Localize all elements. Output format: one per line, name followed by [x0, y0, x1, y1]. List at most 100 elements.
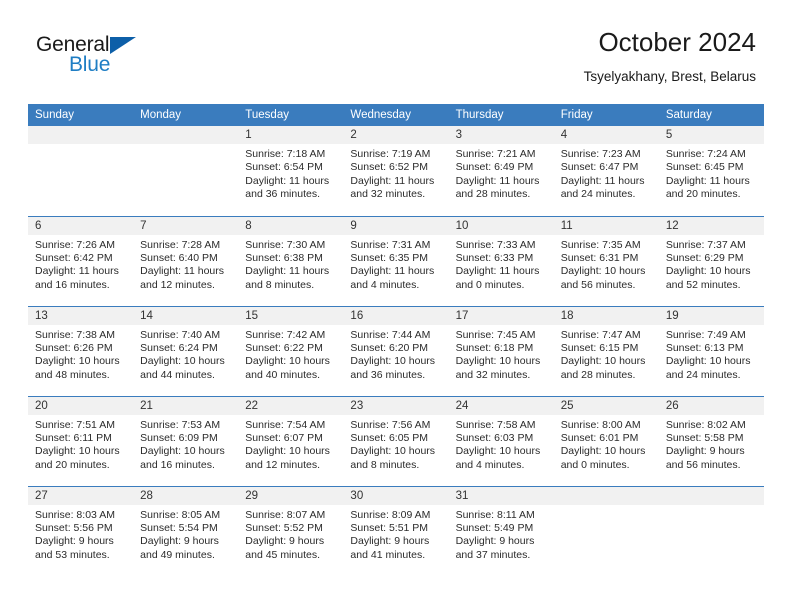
calendar-day-cell[interactable]: 9 Sunrise: 7:31 AM Sunset: 6:35 PM Daylight… — [343, 215, 449, 306]
calendar-day-cell[interactable]: 3 Sunrise: 7:21 AM Sunset: 6:49 PM Daylight… — [448, 126, 554, 216]
calendar-day-cell[interactable]: 15 Sunrise: 7:42 AM Sunset: 6:22 PM Dayligh… — [238, 305, 344, 396]
day-number: 17 — [448, 306, 554, 325]
daylight-text: Daylight: 11 hours and 24 minutes. — [560, 174, 645, 201]
daylight-text: Daylight: 10 hours and 12 minutes. — [245, 445, 330, 471]
day-number: 3 — [448, 126, 554, 144]
calendar-day-cell[interactable]: 23 Sunrise: 7:56 AM Sunset: 6:05 PM Dayligh… — [343, 395, 449, 486]
weekday-header-friday: Friday — [553, 104, 659, 126]
sunrise-text: Sunrise: 7:56 AM — [350, 418, 431, 431]
sun-info: Sunrise: 7:19 AM Sunset: 6:52 PM Daylight:… — [343, 144, 448, 202]
calendar-day-cell[interactable]: 27 Sunrise: 8:03 AM Sunset: 5:56 PM Dayligh… — [28, 485, 134, 576]
calendar-day-cell[interactable]: 31 Sunrise: 8:11 AM Sunset: 5:49 PM Dayligh… — [448, 485, 554, 576]
calendar-day-cell[interactable]: 29 Sunrise: 8:07 AM Sunset: 5:52 PM Dayligh… — [238, 485, 344, 576]
daylight-text: Daylight: 10 hours and 0 minutes. — [560, 445, 646, 471]
day-number: 5 — [658, 126, 764, 144]
calendar-day-cell[interactable]: 14 Sunrise: 7:40 AM Sunset: 6:24 PM Dayligh… — [133, 305, 239, 396]
page-subtitle: Tsyelyakhany, Brest, Belarus — [583, 68, 756, 84]
daylight-text: Daylight: 11 hours and 8 minutes. — [245, 265, 330, 291]
day-number: 31 — [448, 486, 554, 505]
daylight-text: Daylight: 10 hours and 36 minutes. — [350, 355, 436, 381]
sun-info: Sunrise: 8:11 AM Sunset: 5:49 PM Daylight:… — [449, 505, 554, 563]
sun-info: Sunrise: 8:00 AM Sunset: 6:01 PM Daylight:… — [554, 415, 659, 473]
calendar-week-row: 1 Sunrise: 7:18 AM Sunset: 6:54 PM Daylight… — [28, 126, 764, 216]
sunset-text: Sunset: 6:20 PM — [350, 341, 429, 354]
logo-text-blue: Blue — [69, 53, 111, 76]
logo-triangle-icon — [110, 37, 136, 54]
sunset-text: Sunset: 6:35 PM — [350, 251, 429, 264]
calendar-table: Sunday Monday Tuesday Wednesday Thursday… — [28, 104, 764, 576]
calendar-day-cell[interactable]: 19 Sunrise: 7:49 AM Sunset: 6:13 PM Dayligh… — [658, 305, 764, 396]
page-title: October 2024 — [598, 27, 756, 57]
calendar-cell-empty — [658, 485, 764, 576]
calendar-day-cell[interactable]: 18 Sunrise: 7:47 AM Sunset: 6:15 PM Dayligh… — [553, 305, 659, 396]
sunrise-text: Sunrise: 7:24 AM — [665, 148, 746, 160]
sun-info: Sunrise: 7:28 AM Sunset: 6:40 PM Daylight:… — [133, 235, 238, 293]
sunrise-text: Sunrise: 7:31 AM — [350, 238, 431, 251]
sunrise-text: Sunrise: 7:40 AM — [140, 328, 221, 341]
calendar-body: 1 Sunrise: 7:18 AM Sunset: 6:54 PM Daylight… — [28, 126, 764, 576]
sunset-text: Sunset: 6:05 PM — [350, 431, 429, 444]
sunset-text: Sunset: 5:49 PM — [455, 521, 534, 534]
day-number: 26 — [658, 396, 764, 415]
calendar-day-cell[interactable]: 30 Sunrise: 8:09 AM Sunset: 5:51 PM Dayligh… — [343, 485, 449, 576]
calendar-day-cell[interactable]: 24 Sunrise: 7:58 AM Sunset: 6:03 PM Dayligh… — [448, 395, 554, 486]
calendar-day-cell[interactable]: 7 Sunrise: 7:28 AM Sunset: 6:40 PM Daylight… — [133, 215, 239, 306]
calendar-day-cell[interactable]: 1 Sunrise: 7:18 AM Sunset: 6:54 PM Daylight… — [238, 126, 344, 216]
calendar-day-cell[interactable]: 26 Sunrise: 8:02 AM Sunset: 5:58 PM Dayligh… — [658, 395, 764, 486]
day-number: 29 — [238, 486, 344, 505]
sunrise-text: Sunrise: 7:38 AM — [35, 328, 115, 341]
calendar-day-cell[interactable]: 12 Sunrise: 7:37 AM Sunset: 6:29 PM Dayligh… — [658, 215, 764, 306]
sunset-text: Sunset: 5:54 PM — [140, 521, 218, 534]
sun-info: Sunrise: 7:38 AM Sunset: 6:26 PM Daylight:… — [28, 325, 133, 383]
sun-info: Sunrise: 7:40 AM Sunset: 6:24 PM Daylight:… — [133, 325, 238, 383]
sunset-text: Sunset: 6:11 PM — [35, 431, 112, 444]
weekday-header-wednesday: Wednesday — [343, 104, 449, 126]
calendar-day-cell[interactable]: 5 Sunrise: 7:24 AM Sunset: 6:45 PM Daylight… — [658, 126, 764, 216]
calendar-day-cell[interactable]: 16 Sunrise: 7:44 AM Sunset: 6:20 PM Dayligh… — [343, 305, 449, 396]
sunrise-text: Sunrise: 7:21 AM — [455, 148, 536, 160]
sunrise-text: Sunrise: 7:18 AM — [245, 148, 326, 160]
day-number: 24 — [448, 396, 554, 415]
sun-info: Sunrise: 7:30 AM Sunset: 6:38 PM Daylight:… — [238, 235, 343, 293]
calendar-day-cell[interactable]: 10 Sunrise: 7:33 AM Sunset: 6:33 PM Dayligh… — [448, 215, 554, 306]
day-number: 11 — [553, 216, 659, 235]
calendar-day-cell[interactable]: 22 Sunrise: 7:54 AM Sunset: 6:07 PM Dayligh… — [238, 395, 344, 486]
title-block: October 2024 Tsyelyakhany, Brest, Belaru… — [583, 27, 756, 85]
calendar-day-cell[interactable]: 20 Sunrise: 7:51 AM Sunset: 6:11 PM Dayligh… — [28, 395, 134, 486]
daylight-text: Daylight: 11 hours and 20 minutes. — [665, 174, 750, 201]
day-number: 25 — [553, 396, 659, 415]
day-number: 28 — [133, 486, 239, 505]
sunset-text: Sunset: 6:24 PM — [140, 341, 218, 354]
sun-info: Sunrise: 7:44 AM Sunset: 6:20 PM Daylight:… — [343, 325, 448, 383]
sun-info: Sunrise: 7:47 AM Sunset: 6:15 PM Daylight:… — [554, 325, 659, 383]
sunrise-text: Sunrise: 7:26 AM — [35, 238, 115, 251]
calendar-day-cell[interactable]: 17 Sunrise: 7:45 AM Sunset: 6:18 PM Dayligh… — [448, 305, 554, 396]
sunrise-text: Sunrise: 8:03 AM — [35, 508, 115, 521]
sun-info: Sunrise: 7:42 AM Sunset: 6:22 PM Daylight:… — [238, 325, 343, 383]
sun-info: Sunrise: 7:54 AM Sunset: 6:07 PM Daylight:… — [238, 415, 343, 473]
calendar-day-cell[interactable]: 6 Sunrise: 7:26 AM Sunset: 6:42 PM Daylight… — [28, 215, 134, 306]
day-number: 4 — [553, 126, 659, 144]
calendar-day-cell[interactable]: 21 Sunrise: 7:53 AM Sunset: 6:09 PM Dayligh… — [133, 395, 239, 486]
sunrise-text: Sunrise: 8:05 AM — [140, 508, 221, 521]
calendar-day-cell[interactable]: 8 Sunrise: 7:30 AM Sunset: 6:38 PM Daylight… — [238, 215, 344, 306]
calendar-day-cell[interactable]: 28 Sunrise: 8:05 AM Sunset: 5:54 PM Dayligh… — [133, 485, 239, 576]
day-number: 13 — [28, 306, 134, 325]
sunset-text: Sunset: 6:09 PM — [140, 431, 218, 444]
calendar-day-cell[interactable]: 2 Sunrise: 7:19 AM Sunset: 6:52 PM Daylight… — [343, 126, 449, 216]
calendar-day-cell[interactable]: 11 Sunrise: 7:35 AM Sunset: 6:31 PM Dayligh… — [553, 215, 659, 306]
sun-info: Sunrise: 7:18 AM Sunset: 6:54 PM Daylight:… — [238, 144, 343, 202]
general-blue-logo[interactable]: General Blue — [36, 28, 156, 80]
weekday-header-thursday: Thursday — [448, 104, 554, 126]
calendar-day-cell[interactable]: 13 Sunrise: 7:38 AM Sunset: 6:26 PM Dayligh… — [28, 305, 134, 396]
weekday-header-monday: Monday — [133, 104, 239, 126]
sunset-text: Sunset: 6:42 PM — [35, 251, 113, 264]
calendar-page: General Blue October 2024 Tsyelyakhany, … — [0, 0, 792, 612]
sun-info: Sunrise: 7:33 AM Sunset: 6:33 PM Daylight:… — [449, 235, 554, 293]
calendar-day-cell[interactable]: 4 Sunrise: 7:23 AM Sunset: 6:47 PM Daylight… — [553, 126, 659, 216]
sunrise-text: Sunrise: 8:09 AM — [350, 508, 431, 521]
calendar-day-cell[interactable]: 25 Sunrise: 8:00 AM Sunset: 6:01 PM Dayligh… — [553, 395, 659, 486]
daylight-text: Daylight: 9 hours and 56 minutes. — [665, 445, 745, 471]
calendar-week-row: 6 Sunrise: 7:26 AM Sunset: 6:42 PM Daylight… — [28, 215, 764, 306]
sunset-text: Sunset: 6:07 PM — [245, 431, 323, 444]
